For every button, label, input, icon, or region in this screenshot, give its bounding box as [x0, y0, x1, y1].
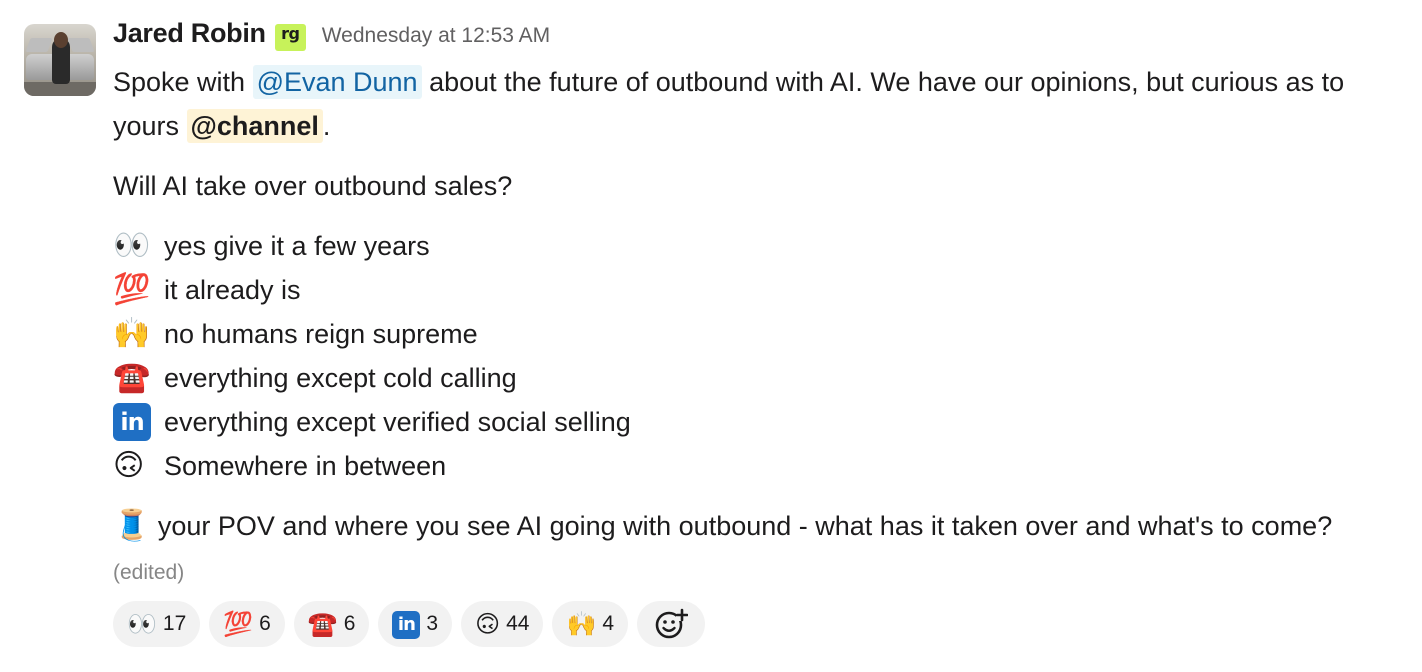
hundred-points-icon: 💯 — [113, 273, 151, 306]
poll-option-text: it already is — [164, 274, 301, 305]
thread-spool-icon: 🧵 — [113, 509, 151, 542]
message-content: Jared Robin rg Wednesday at 12:53 AM Spo… — [113, 18, 1408, 595]
reaction-count: 3 — [426, 612, 439, 635]
telephone-icon: ☎️ — [307, 610, 338, 638]
poll-option-text: Somewhere in between — [164, 450, 447, 481]
reaction-pill[interactable]: 🙌 4 — [552, 601, 629, 647]
linkedin-icon-wrapper: in — [392, 609, 421, 639]
raised-hands-icon: 🙌 — [566, 610, 597, 638]
reaction-count: 4 — [602, 612, 615, 635]
add-reaction-button[interactable] — [637, 601, 706, 647]
poll-option: 👀 yes give it a few years — [113, 224, 1408, 268]
message-header: Jared Robin rg Wednesday at 12:53 AM — [113, 18, 1408, 60]
reaction-pill[interactable]: 🙃 44 — [461, 601, 544, 647]
eyes-icon: 👀 — [127, 610, 157, 638]
reaction-count: 17 — [162, 612, 187, 635]
poll-option: 🙃 Somewhere in between — [113, 444, 1408, 488]
thread-prompt-text: your POV and where you see AI going with… — [150, 511, 1333, 541]
upside-down-face-icon: 🙃 — [113, 449, 145, 482]
avatar-head — [54, 32, 68, 48]
poll-option-text: everything except verified social sellin… — [164, 406, 631, 437]
upside-down-face-icon: 🙃 — [475, 610, 501, 638]
poll-option: 💯 it already is — [113, 268, 1408, 312]
reaction-count: 6 — [259, 612, 271, 635]
intro-text-before: Spoke with — [113, 67, 253, 97]
poll-options: 👀 yes give it a few years 💯 it already i… — [113, 224, 1408, 488]
hundred-points-icon: 💯 — [223, 610, 254, 638]
telephone-icon: ☎️ — [113, 361, 151, 394]
message: Jared Robin rg Wednesday at 12:53 AM Spo… — [0, 0, 1422, 672]
poll-option-text: yes give it a few years — [164, 230, 430, 261]
author-name[interactable]: Jared Robin — [113, 18, 266, 49]
poll-option: ☎️ everything except cold calling — [113, 356, 1408, 400]
avatar-car-door-right — [67, 38, 95, 52]
thread-prompt: 🧵 your POV and where you see AI going wi… — [113, 504, 1408, 595]
intro-text-end: . — [322, 111, 331, 141]
reaction-count: 6 — [343, 612, 356, 635]
avatar-ground — [24, 82, 96, 96]
reactions-bar: 👀 17 💯 6 ☎️ 6 in 3 🙃 44 🙌 4 — [113, 601, 706, 647]
avatar-car-door-left — [25, 38, 53, 52]
timestamp[interactable]: Wednesday at 12:53 AM — [322, 24, 550, 48]
linkedin-icon-wrapper: in — [113, 403, 157, 441]
intro-paragraph: Spoke with @Evan Dunn about the future o… — [113, 60, 1408, 148]
reaction-pill[interactable]: 💯 6 — [209, 601, 285, 647]
reaction-pill[interactable]: 👀 17 — [113, 601, 201, 647]
poll-option-text: no humans reign supreme — [164, 318, 478, 349]
linkedin-icon: in — [113, 403, 151, 441]
channel-mention[interactable]: @channel — [186, 109, 323, 143]
reaction-pill[interactable]: in 3 — [378, 601, 453, 647]
raised-hands-icon: 🙌 — [113, 317, 151, 350]
poll-option: 🙌 no humans reign supreme — [113, 312, 1408, 356]
question-text: Will AI take over outbound sales? — [113, 171, 513, 201]
add-emoji-icon — [655, 608, 689, 639]
reaction-pill[interactable]: ☎️ 6 — [293, 601, 370, 647]
reaction-count: 44 — [506, 612, 530, 635]
poll-option: in everything except verified social sel… — [113, 400, 1408, 444]
user-mention[interactable]: @Evan Dunn — [252, 65, 422, 99]
eyes-icon: 👀 — [113, 229, 151, 262]
avatar[interactable] — [24, 24, 96, 96]
linkedin-icon: in — [392, 611, 421, 639]
poll-option-text: everything except cold calling — [164, 362, 517, 393]
edited-label[interactable]: (edited) — [113, 561, 184, 584]
org-badge[interactable]: rg — [274, 24, 306, 51]
